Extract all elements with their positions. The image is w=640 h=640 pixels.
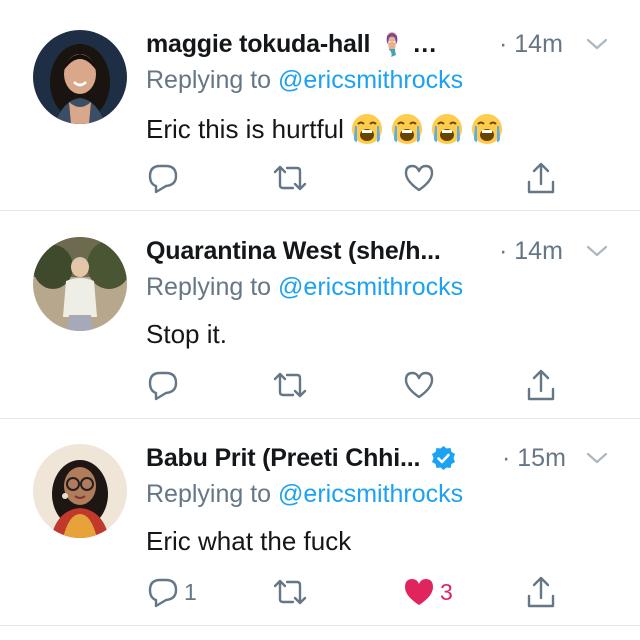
name-ellipsis: … bbox=[412, 29, 438, 58]
tweet-actions bbox=[146, 367, 586, 403]
like-button[interactable] bbox=[402, 160, 436, 196]
retweet-button[interactable] bbox=[272, 367, 308, 403]
loudly-crying-face-icon bbox=[430, 112, 464, 146]
replying-to: Replying to @ericsmithrocks bbox=[146, 66, 463, 95]
mention-link[interactable]: @ericsmithrocks bbox=[278, 66, 463, 94]
timestamp[interactable]: · 15m bbox=[502, 440, 566, 476]
tweet-text: Eric this is hurtful bbox=[146, 112, 504, 146]
replying-to-label: Replying to bbox=[146, 66, 279, 94]
reply-icon bbox=[146, 575, 180, 609]
retweet-icon bbox=[272, 161, 308, 195]
mermaid-emoji-icon bbox=[378, 30, 406, 58]
replying-to-label: Replying to bbox=[146, 273, 279, 301]
retweet-button[interactable] bbox=[272, 160, 308, 196]
heart-icon bbox=[402, 368, 436, 402]
like-count: 3 bbox=[440, 578, 453, 605]
author-name[interactable]: maggie tokuda-hall bbox=[146, 30, 370, 59]
reply-button[interactable]: 1 bbox=[146, 574, 197, 610]
author-name[interactable]: Quarantina West (she/h... bbox=[146, 237, 441, 266]
reply-feed: maggie tokuda-hall … · 14m Replying to @… bbox=[0, 0, 640, 640]
timestamp[interactable]: · 14m bbox=[499, 233, 563, 269]
divider bbox=[0, 625, 640, 626]
avatar[interactable] bbox=[33, 237, 127, 331]
replying-to: Replying to @ericsmithrocks bbox=[146, 273, 463, 302]
avatar[interactable] bbox=[33, 30, 127, 124]
loudly-crying-face-icon bbox=[390, 112, 424, 146]
mention-link[interactable]: @ericsmithrocks bbox=[278, 480, 463, 508]
like-button[interactable]: 3 bbox=[402, 574, 453, 610]
share-button[interactable] bbox=[524, 160, 558, 196]
tweet-text-content: Eric what the fuck bbox=[146, 526, 352, 556]
tweet[interactable]: Babu Prit (Preeti Chhi... · 15m Replying… bbox=[0, 414, 640, 621]
share-button[interactable] bbox=[524, 574, 558, 610]
chevron-down-icon[interactable] bbox=[584, 241, 610, 261]
reply-icon bbox=[146, 368, 180, 402]
share-icon bbox=[524, 160, 558, 196]
chevron-down-icon[interactable] bbox=[584, 448, 610, 468]
share-icon bbox=[524, 574, 558, 610]
tweet-text: Stop it. bbox=[146, 319, 227, 350]
like-button[interactable] bbox=[402, 367, 436, 403]
replying-to: Replying to @ericsmithrocks bbox=[146, 480, 463, 509]
reply-button[interactable] bbox=[146, 160, 180, 196]
tweet[interactable]: Quarantina West (she/h... · 14m Replying… bbox=[0, 207, 640, 414]
heart-filled-icon bbox=[402, 575, 436, 609]
author-name[interactable]: Babu Prit (Preeti Chhi... bbox=[146, 444, 420, 473]
loudly-crying-face-icon bbox=[350, 112, 384, 146]
retweet-icon bbox=[272, 575, 308, 609]
tweet-text-content: Eric this is hurtful bbox=[146, 113, 344, 144]
tweet-actions bbox=[146, 160, 586, 196]
retweet-button[interactable] bbox=[272, 574, 308, 610]
tweet-text: Eric what the fuck bbox=[146, 526, 351, 557]
tweet-actions: 1 3 bbox=[146, 574, 586, 610]
verified-badge-icon bbox=[430, 445, 457, 472]
loudly-crying-face-icon bbox=[470, 112, 504, 146]
reply-icon bbox=[146, 161, 180, 195]
reply-button[interactable] bbox=[146, 367, 180, 403]
retweet-icon bbox=[272, 368, 308, 402]
reply-count: 1 bbox=[184, 578, 197, 605]
chevron-down-icon[interactable] bbox=[584, 34, 610, 54]
share-icon bbox=[524, 367, 558, 403]
tweet[interactable]: maggie tokuda-hall … · 14m Replying to @… bbox=[0, 0, 640, 207]
timestamp[interactable]: · 14m bbox=[499, 26, 563, 62]
replying-to-label: Replying to bbox=[146, 480, 279, 508]
avatar[interactable] bbox=[33, 444, 127, 538]
tweet-text-content: Stop it. bbox=[146, 319, 227, 349]
heart-icon bbox=[402, 161, 436, 195]
mention-link[interactable]: @ericsmithrocks bbox=[278, 273, 463, 301]
share-button[interactable] bbox=[524, 367, 558, 403]
